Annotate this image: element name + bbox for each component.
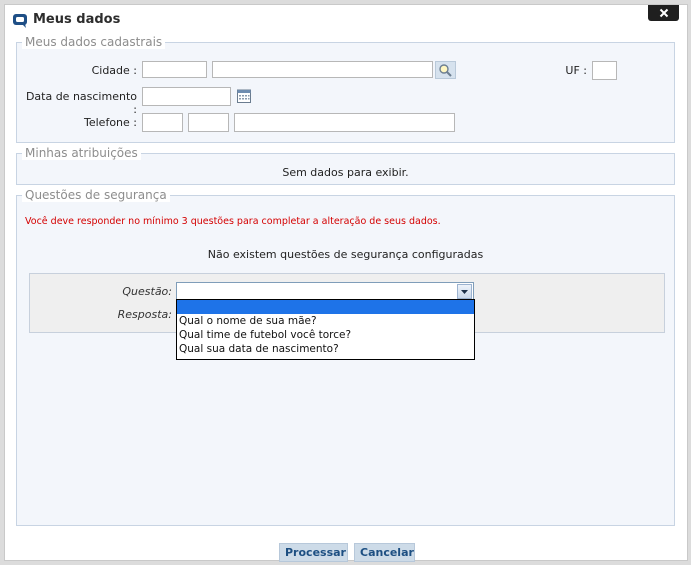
nascimento-label: Data de nascimento :	[25, 90, 137, 116]
seguranca-warning: Você deve responder no mínimo 3 questões…	[25, 216, 441, 227]
telefone-label: Telefone :	[84, 116, 137, 129]
atribuicoes-section: Minhas atribuições Sem dados para exibir…	[16, 146, 675, 185]
telefone-ddd-input[interactable]	[188, 113, 229, 132]
atribuicoes-empty-text: Sem dados para exibir.	[282, 166, 409, 179]
telefone-ddi-input[interactable]	[142, 113, 183, 132]
calendar-icon	[237, 89, 251, 103]
questao-option[interactable]: Qual sua data de nascimento?	[177, 342, 474, 356]
atribuicoes-legend: Minhas atribuições	[22, 146, 141, 160]
uf-label: UF :	[565, 64, 587, 77]
questao-options-list: Qual o nome de sua mãe? Qual time de fut…	[176, 299, 475, 360]
chevron-down-icon	[461, 289, 468, 294]
nascimento-input[interactable]	[142, 87, 231, 106]
cadastrais-legend: Meus dados cadastrais	[22, 35, 166, 49]
cidade-search-button[interactable]	[435, 61, 456, 79]
seguranca-none-text: Não existem questões de segurança config…	[207, 248, 484, 261]
close-button[interactable]	[648, 5, 679, 21]
cidade-name-input[interactable]	[212, 61, 433, 78]
close-x-icon	[659, 8, 668, 18]
seguranca-section: Questões de segurança Você deve responde…	[16, 188, 675, 526]
seguranca-legend: Questões de segurança	[22, 188, 170, 202]
cidade-code-input[interactable]	[142, 61, 207, 78]
app-logo-icon	[13, 14, 27, 28]
resposta-label: Resposta:	[117, 308, 172, 321]
cidade-label: Cidade :	[91, 64, 137, 77]
questao-option[interactable]: Qual time de futebol você torce?	[177, 328, 474, 342]
questao-option[interactable]: Qual o nome de sua mãe?	[177, 314, 474, 328]
processar-button[interactable]: Processar	[279, 543, 348, 562]
questao-label: Questão:	[122, 285, 172, 298]
questao-dropdown-button[interactable]	[457, 284, 472, 299]
calendar-button[interactable]	[236, 88, 252, 104]
cadastrais-section: Meus dados cadastrais Cidade : UF : Data…	[16, 35, 675, 143]
dialog-title: Meus dados	[33, 12, 121, 27]
search-icon	[439, 64, 452, 77]
uf-input[interactable]	[592, 61, 617, 80]
telefone-numero-input[interactable]	[234, 113, 455, 132]
meus-dados-dialog: Meus dados Meus dados cadastrais Cidade …	[4, 4, 688, 562]
questao-option[interactable]	[177, 300, 474, 314]
cancelar-button[interactable]: Cancelar	[354, 543, 415, 562]
